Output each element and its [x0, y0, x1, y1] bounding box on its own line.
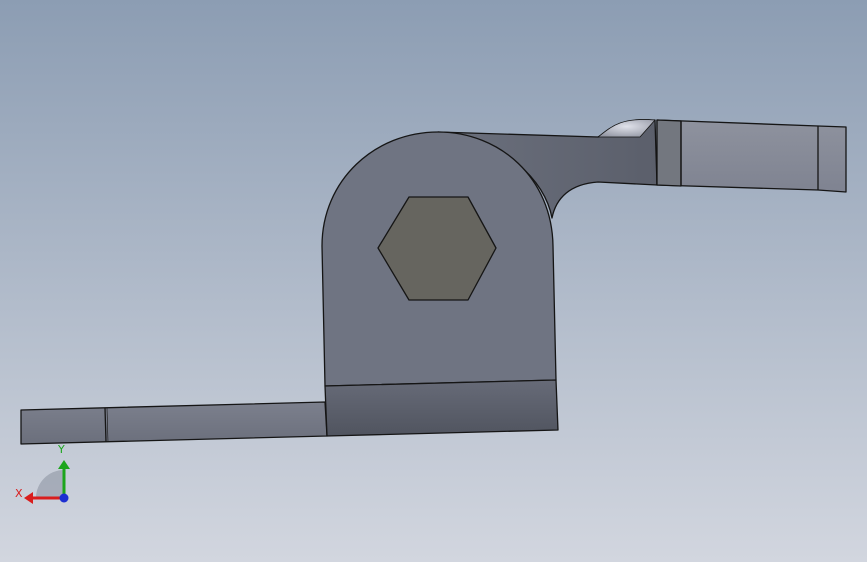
z-axis-dot-icon	[59, 493, 69, 503]
left-arm-face	[20, 401, 328, 445]
model-view[interactable]	[0, 0, 867, 562]
coordinate-triad: X Y	[15, 443, 70, 504]
right-arm-band	[656, 119, 682, 187]
x-axis-arrow-icon	[24, 492, 33, 504]
base-block-face	[324, 379, 559, 437]
y-axis-arrow-icon	[58, 460, 70, 469]
y-axis-label: Y	[57, 443, 65, 456]
graphics-viewport[interactable]: X Y	[0, 0, 867, 562]
triad-xy-plane-icon	[36, 470, 64, 498]
x-axis-label: X	[15, 487, 23, 500]
